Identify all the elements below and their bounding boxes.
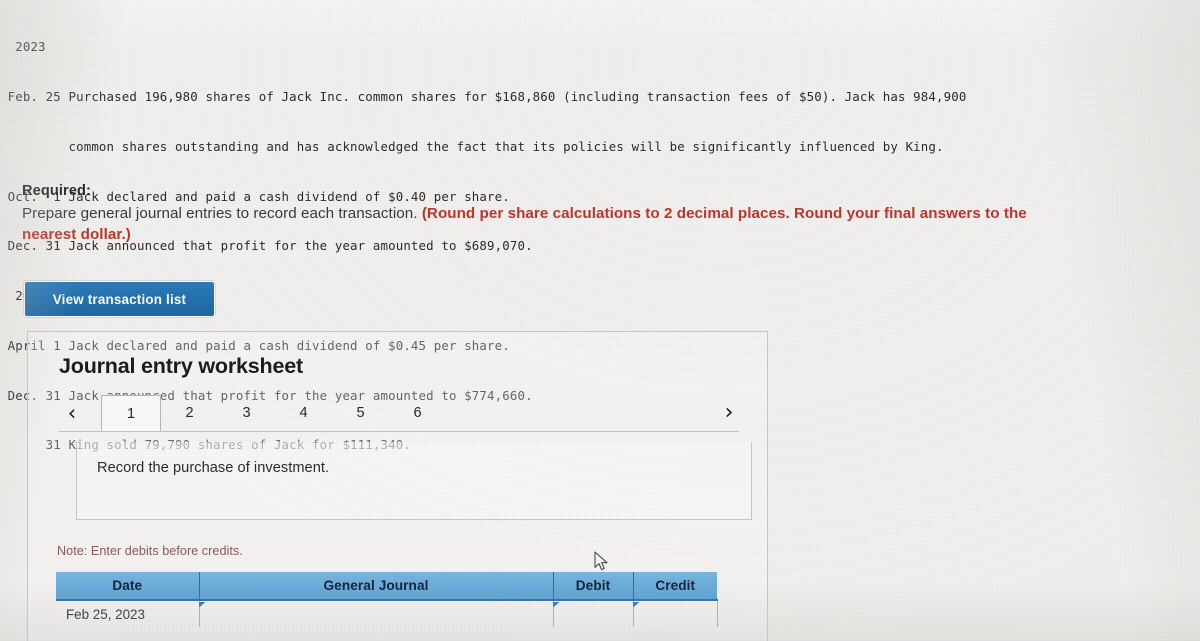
cell-general-journal[interactable] xyxy=(199,600,554,627)
required-instruction: Prepare general journal entries to recor… xyxy=(22,205,418,222)
column-header-general-journal: General Journal xyxy=(199,572,554,601)
tab-1[interactable]: 1 xyxy=(101,395,161,431)
narrative-line: common shares outstanding and has acknow… xyxy=(0,138,944,154)
table-row: Feb 25, 2023 xyxy=(56,600,718,627)
required-instruction-text: Prepare general journal entries to recor… xyxy=(22,203,1072,245)
tab-2[interactable]: 2 xyxy=(161,395,218,431)
worksheet-instruction-box: Record the purchase of investment. xyxy=(76,442,752,520)
view-transaction-list-button[interactable]: View transaction list xyxy=(24,281,215,317)
journal-entry-worksheet-panel: Journal entry worksheet ‹ 1 2 3 4 5 6 › … xyxy=(27,331,768,641)
general-journal-table: Date General Journal Debit Credit Feb 25… xyxy=(56,572,718,627)
narrative-line: Feb. 25 Purchased 196,980 shares of Jack… xyxy=(0,88,967,104)
debits-before-credits-note: Note: Enter debits before credits. xyxy=(57,544,243,558)
worksheet-title: Journal entry worksheet xyxy=(59,354,303,378)
tabstrip-baseline xyxy=(59,431,739,432)
required-heading: Required: xyxy=(22,183,92,199)
required-section: Required: Prepare general journal entrie… xyxy=(22,183,1072,245)
column-header-date: Date xyxy=(56,572,200,601)
tab-6[interactable]: 6 xyxy=(389,395,446,431)
worksheet-instruction-text: Record the purchase of investment. xyxy=(97,460,330,476)
column-header-debit: Debit xyxy=(553,572,634,601)
worksheet-tabstrip: ‹ 1 2 3 4 5 6 › xyxy=(59,395,742,432)
tab-5[interactable]: 5 xyxy=(332,395,389,431)
chevron-right-icon[interactable]: › xyxy=(716,398,742,428)
column-header-credit: Credit xyxy=(633,572,717,601)
tab-4[interactable]: 4 xyxy=(275,395,332,431)
cell-debit[interactable] xyxy=(553,600,634,627)
cell-credit[interactable] xyxy=(633,600,718,627)
cell-date[interactable]: Feb 25, 2023 xyxy=(56,600,200,627)
tab-3[interactable]: 3 xyxy=(218,395,275,431)
narrative-line: 2023 xyxy=(0,39,46,55)
chevron-left-icon[interactable]: ‹ xyxy=(59,398,85,428)
table-header-row: Date General Journal Debit Credit xyxy=(56,572,717,601)
